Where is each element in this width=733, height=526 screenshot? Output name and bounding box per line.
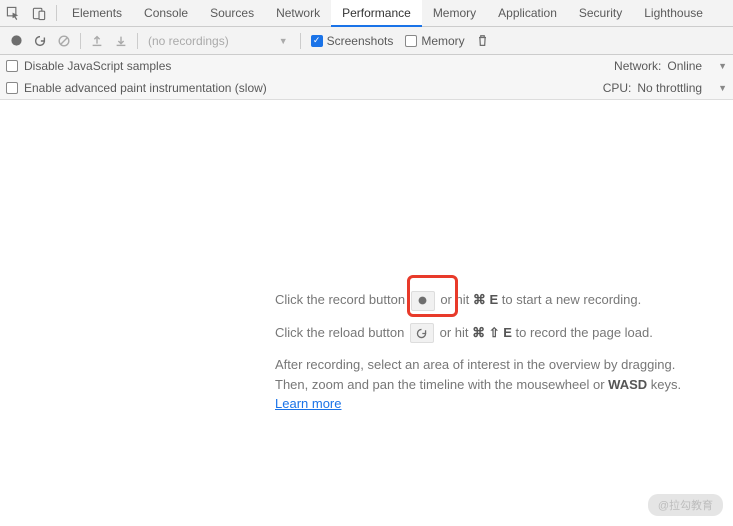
- chevron-down-icon: ▼: [708, 83, 727, 93]
- disable-js-label: Disable JavaScript samples: [24, 59, 171, 73]
- divider: [300, 33, 301, 49]
- memory-checkbox[interactable]: [405, 35, 417, 47]
- wasd-keys: WASD: [608, 377, 647, 392]
- record-button-inline[interactable]: [411, 291, 435, 311]
- empty-text: to record the page load.: [516, 325, 653, 340]
- garbage-collect-icon[interactable]: [471, 29, 495, 53]
- device-toggle-icon[interactable]: [26, 0, 52, 26]
- empty-text: to start a new recording.: [502, 292, 641, 307]
- chevron-down-icon: ▼: [279, 36, 296, 46]
- record-button[interactable]: [4, 29, 28, 53]
- learn-more-link[interactable]: Learn more: [275, 396, 341, 411]
- empty-state: Click the record button or hit ⌘ E to st…: [275, 290, 685, 426]
- empty-text: Click the reload button: [275, 325, 408, 340]
- network-label: Network:: [614, 59, 661, 73]
- clear-button[interactable]: [52, 29, 76, 53]
- divider: [56, 5, 57, 21]
- cpu-label: CPU:: [603, 81, 632, 95]
- tab-memory[interactable]: Memory: [422, 0, 487, 27]
- tab-application[interactable]: Application: [487, 0, 568, 27]
- memory-label: Memory: [421, 34, 464, 48]
- screenshots-checkbox[interactable]: [311, 35, 323, 47]
- reload-button-inline[interactable]: [410, 323, 434, 343]
- inspect-element-icon[interactable]: [0, 0, 26, 26]
- enable-paint-checkbox[interactable]: [6, 82, 18, 94]
- shortcut: ⌘ ⇧ E: [472, 325, 512, 340]
- recordings-dropdown[interactable]: (no recordings): [142, 34, 235, 48]
- watermark: @拉勾教育: [648, 494, 723, 516]
- enable-paint-label: Enable advanced paint instrumentation (s…: [24, 81, 267, 95]
- divider: [80, 33, 81, 49]
- performance-options: Disable JavaScript samples Network: Onli…: [0, 55, 733, 100]
- devtools-tabbar: Elements Console Sources Network Perform…: [0, 0, 733, 27]
- reload-button[interactable]: [28, 29, 52, 53]
- empty-text: keys.: [647, 377, 681, 392]
- empty-text: Click the record button: [275, 292, 409, 307]
- tab-security[interactable]: Security: [568, 0, 633, 27]
- empty-text: or hit: [440, 292, 473, 307]
- shortcut: ⌘ E: [473, 292, 498, 307]
- tab-console[interactable]: Console: [133, 0, 199, 27]
- screenshots-label: Screenshots: [327, 34, 394, 48]
- chevron-down-icon: ▼: [708, 61, 727, 71]
- tab-sources[interactable]: Sources: [199, 0, 265, 27]
- empty-text: or hit: [440, 325, 473, 340]
- load-profile-icon[interactable]: [85, 29, 109, 53]
- cpu-select[interactable]: No throttling: [637, 81, 702, 95]
- network-select[interactable]: Online: [667, 59, 702, 73]
- tab-lighthouse[interactable]: Lighthouse: [633, 0, 714, 27]
- performance-toolbar: (no recordings) ▼ Screenshots Memory: [0, 27, 733, 55]
- save-profile-icon[interactable]: [109, 29, 133, 53]
- tab-network[interactable]: Network: [265, 0, 331, 27]
- tab-elements[interactable]: Elements: [61, 0, 133, 27]
- disable-js-checkbox[interactable]: [6, 60, 18, 72]
- tab-performance[interactable]: Performance: [331, 0, 422, 27]
- divider: [137, 33, 138, 49]
